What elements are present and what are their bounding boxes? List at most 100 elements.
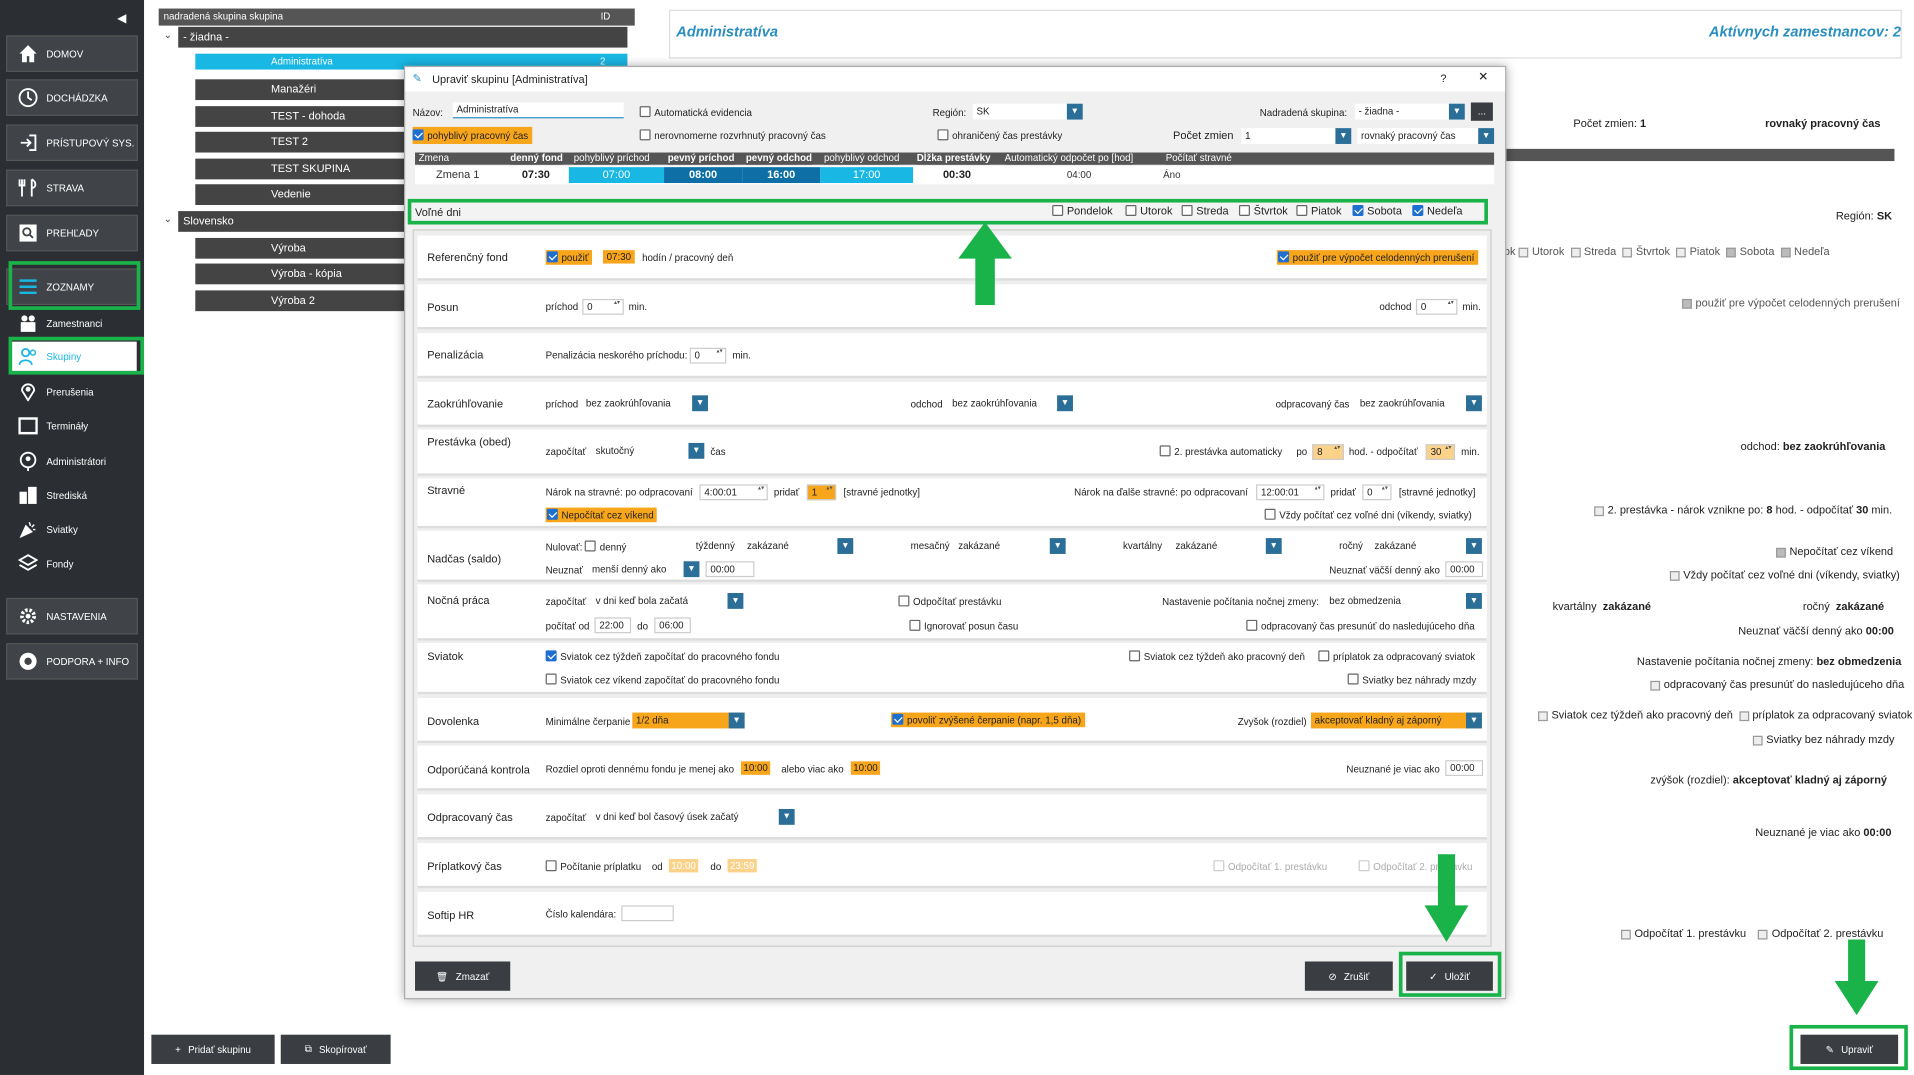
collapse-sidebar-icon[interactable]: ◀ [117, 12, 126, 25]
brk-count-select[interactable]: skutočný ▼ [592, 442, 705, 459]
softip-input[interactable] [621, 905, 674, 922]
ot-weekly-select[interactable]: zakázané ▼ [743, 538, 854, 554]
nav-access[interactable]: PRÍSTUPOVÝ SYS. [6, 124, 138, 162]
bonus-from-input[interactable]: 10:00 [668, 858, 699, 873]
expand-icon[interactable]: ⌄ [164, 214, 172, 225]
uneven-checkbox[interactable]: nerovnomerne rozvrhnutý pracovný čas [639, 129, 826, 142]
hol-c-checkbox[interactable]: Sviatok cez týždeň ako pracovný deň [1129, 650, 1305, 663]
even-select[interactable]: rovnaký pracovný čas ▼ [1357, 128, 1495, 144]
ref-use-checkbox[interactable]: použiť [545, 250, 593, 265]
ref-hours[interactable]: 07:30 [603, 250, 635, 264]
day-friday[interactable]: Piatok [1296, 204, 1342, 217]
ot-neuz-time[interactable]: 00:00 [705, 561, 755, 578]
day-thursday[interactable]: Štvrtok [1238, 204, 1288, 217]
meal-noweekend-checkbox[interactable]: Nepočítať cez víkend [545, 507, 658, 523]
nav-attendance[interactable]: DOCHÁDZKA [6, 79, 138, 116]
night-from-input[interactable]: 22:00 [594, 617, 632, 634]
vac-rest-select[interactable]: akceptovať kladný aj záporný ▼ [1310, 712, 1482, 729]
hol-a-checkbox[interactable]: Sviatok cez týždeň započítať do pracovné… [545, 650, 779, 663]
pin-icon [17, 381, 39, 403]
name-input[interactable]: Administratíva [452, 102, 624, 119]
brk-h-input[interactable]: 8 [1312, 444, 1344, 461]
meal-t1-input[interactable]: 4:00:01 [699, 484, 768, 501]
round-dep-select[interactable]: bez zaokrúhľovania ▼ [948, 395, 1073, 412]
night-deduct-checkbox[interactable]: Odpočítať prestávku [898, 595, 1001, 608]
shifts-select[interactable]: 1 ▼ [1241, 128, 1352, 144]
rec-a-input[interactable]: 10:00 [740, 761, 771, 775]
brk-m-input[interactable]: 30 [1425, 444, 1456, 461]
auto-evid[interactable]: Automatická evidencia [639, 106, 752, 118]
nav-food[interactable]: STRAVA [6, 169, 138, 207]
nav-home[interactable]: DOMOV [6, 35, 138, 72]
meal-units1: [stravné jednotky] [843, 486, 921, 498]
add-group-button[interactable]: + Pridať skupinu [151, 1034, 275, 1064]
close-button[interactable]: ✕ [1478, 71, 1488, 84]
posun-arr-input[interactable]: 0 [582, 298, 624, 315]
tree-header-left: nadradená skupina skupina [163, 10, 284, 22]
parent-select[interactable]: - žiadna - ▼ [1354, 103, 1465, 120]
nav-settings[interactable]: NASTAVENIA [6, 597, 138, 635]
day-sunday[interactable]: Nedeľa [1412, 204, 1463, 217]
ot-q-select[interactable]: zakázané ▼ [1171, 538, 1282, 554]
day-tuesday[interactable]: Utorok [1125, 204, 1172, 217]
delete-button[interactable]: 🗑 Zmazať [415, 961, 511, 991]
expand-icon[interactable]: ⌄ [164, 29, 172, 40]
hol-d-checkbox[interactable]: príplatok za odpracovaný sviatok [1318, 650, 1475, 663]
sub-interruptions[interactable]: Prerušenia [10, 377, 137, 406]
sub-employees[interactable]: Zamestnanci [10, 309, 137, 338]
cancel-button[interactable]: ⊘ Zrušiť [1304, 961, 1393, 991]
hol-b-checkbox[interactable]: Sviatok cez víkend započítať do pracovné… [545, 673, 779, 686]
pen-input[interactable]: 0 [689, 347, 727, 364]
rec-b-input[interactable]: 10:00 [850, 761, 881, 775]
chevron-down-icon: ▼ [1466, 592, 1482, 609]
vac-min-select[interactable]: 1/2 dňa ▼ [632, 712, 745, 729]
tree-node-root[interactable]: - žiadna - [178, 26, 628, 48]
meal-always-checkbox[interactable]: Vždy počítať cez voľné dni (víkendy, svi… [1264, 508, 1472, 521]
day-wednesday[interactable]: Streda [1181, 204, 1229, 217]
ot-y-select[interactable]: zakázané ▼ [1370, 538, 1482, 554]
sub-funds[interactable]: Fondy [10, 549, 137, 578]
bonus-to-input[interactable]: 23:59 [727, 858, 757, 873]
night-to-input[interactable]: 06:00 [654, 617, 691, 634]
bonus-d1-checkbox[interactable]: Odpočítať 1. prestávku [1213, 860, 1327, 872]
night-setting-select[interactable]: bez obmedzenia ▼ [1325, 592, 1482, 609]
brk-auto2-checkbox[interactable]: 2. prestávka automaticky [1159, 445, 1282, 458]
night-count-select[interactable]: v dni keď bola začatá ▼ [592, 592, 744, 609]
day-monday[interactable]: Pondelok [1052, 204, 1113, 217]
hol-e-checkbox[interactable]: Sviatky bez náhrady mzdy [1347, 673, 1476, 686]
rec-c-input[interactable]: 00:00 [1445, 760, 1484, 777]
day-saturday[interactable]: Sobota [1352, 204, 1402, 217]
pen-label: Penalizácia neskorého príchodu: [545, 350, 688, 362]
night-move-checkbox[interactable]: odpracovaný čas presunúť do nasledujúceh… [1246, 619, 1475, 632]
copy-group-button[interactable]: ⧉ Skopírovať [280, 1034, 391, 1064]
meal-t2-input[interactable]: 12:00:01 [1256, 484, 1325, 501]
more-button[interactable]: ... [1470, 102, 1493, 121]
bg-always-free: Vždy počítať cez voľné dni (víkendy, svi… [1669, 569, 1900, 581]
sub-admins[interactable]: Administrátori [10, 447, 137, 476]
flex-checkbox[interactable]: pohyblivý pracovný čas [412, 126, 532, 144]
night-ignore-checkbox[interactable]: Ignorovať posun času [909, 619, 1018, 632]
sub-holidays[interactable]: Sviatky [10, 515, 137, 544]
ot-monthly-select[interactable]: zakázané ▼ [954, 538, 1066, 554]
ot-bigger-time[interactable]: 00:00 [1445, 561, 1484, 578]
vac-allow-checkbox[interactable]: povoliť zvýšené čerpanie (napr. 1,5 dňa) [891, 712, 1085, 728]
round-arr-select[interactable]: bez zaokrúhľovania ▼ [582, 395, 708, 412]
ot-neuz-select[interactable]: menší denný ako ▼ [588, 561, 700, 578]
limited-checkbox[interactable]: ohraničený čas prestávky [937, 129, 1062, 142]
meal-n1-input[interactable]: 1 [806, 484, 837, 501]
posun-min: min. [628, 301, 648, 313]
ref-unit: hodín / pracovný deň [642, 252, 734, 264]
chevron-down-icon: ▼ [1335, 128, 1352, 144]
nav-overview[interactable]: PREHĽADY [6, 214, 138, 252]
worked-select[interactable]: v dni keď bol časový úsek začatý ▼ [592, 808, 795, 825]
help-button[interactable]: ? [1440, 72, 1446, 84]
round-work-select[interactable]: bez zaokrúhľovania ▼ [1356, 395, 1482, 412]
posun-dep-input[interactable]: 0 [1415, 298, 1458, 315]
ref-full-checkbox[interactable]: použiť pre výpočet celodenných prerušení [1276, 250, 1479, 265]
meal-n2-input[interactable]: 0 [1362, 484, 1392, 501]
sub-terminals[interactable]: Termináły [10, 411, 137, 440]
nav-support[interactable]: PODPORA + INFO [6, 643, 138, 680]
region-select[interactable]: SK ▼ [972, 103, 1083, 120]
bonus-checkbox[interactable]: Počítanie príplatku [545, 860, 641, 872]
sub-centers[interactable]: Strediská [10, 481, 137, 510]
